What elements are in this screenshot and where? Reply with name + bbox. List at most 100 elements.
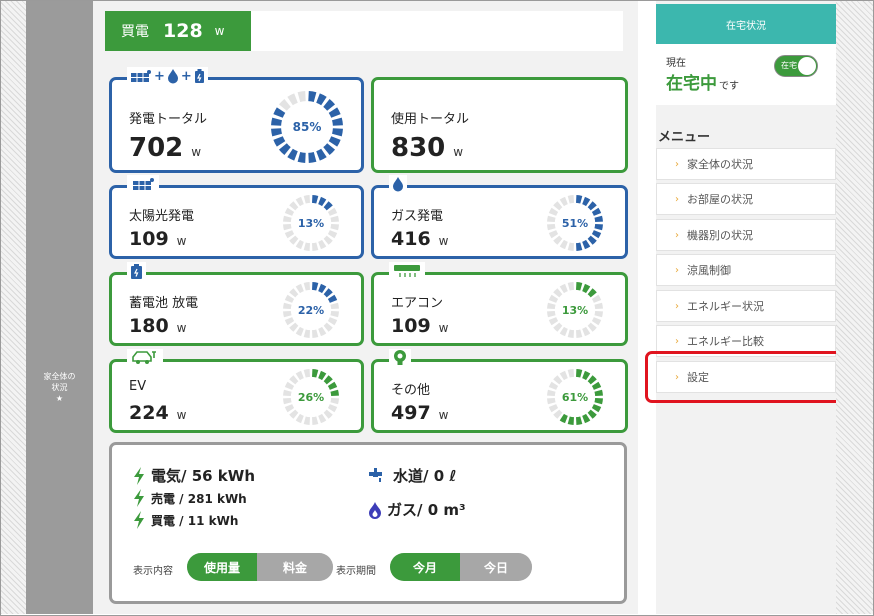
chevron-right-icon: › bbox=[675, 229, 679, 241]
gas-row: ガス/ 0 m³ bbox=[368, 499, 466, 520]
donut-segment bbox=[548, 404, 559, 413]
donut-segment bbox=[582, 196, 591, 207]
gutter bbox=[638, 1, 656, 614]
donut-segment bbox=[576, 195, 583, 204]
gas-flame-icon bbox=[389, 175, 407, 193]
donut-segment bbox=[283, 311, 292, 318]
left-tab[interactable]: 家全体の 状況 ★ bbox=[26, 1, 93, 614]
battery-card[interactable]: 蓄電池 放電 180 w 22% bbox=[109, 262, 364, 346]
display-content-toggle[interactable]: 使用量 料金 bbox=[187, 553, 333, 581]
donut-gauge: 51% bbox=[547, 195, 603, 251]
donut-segment bbox=[327, 317, 338, 326]
donut-segment bbox=[576, 282, 583, 291]
menu-item-rooms[interactable]: › お部屋の状況 bbox=[656, 183, 836, 215]
donut-segment bbox=[312, 195, 319, 204]
donut-segment bbox=[547, 311, 556, 318]
donut-segment bbox=[283, 215, 292, 222]
lightbulb-icon bbox=[389, 349, 411, 367]
donut-segment bbox=[316, 93, 327, 106]
donut-segment bbox=[295, 370, 304, 381]
card-value: 497 w bbox=[391, 402, 449, 424]
donut-segment bbox=[587, 375, 597, 385]
donut-segment bbox=[295, 326, 304, 337]
donut-segment bbox=[312, 242, 319, 251]
lightning-icon bbox=[134, 466, 144, 485]
usage-total-card[interactable]: 使用トータル 830 w bbox=[371, 77, 628, 173]
donut-segment bbox=[332, 128, 343, 137]
donut-segment bbox=[318, 370, 327, 381]
donut-segment bbox=[576, 242, 583, 251]
donut-segment bbox=[284, 381, 295, 390]
donut-segment bbox=[553, 375, 563, 385]
donut-segment bbox=[594, 311, 603, 318]
donut-percent-label: 13% bbox=[298, 217, 324, 230]
donut-segment bbox=[289, 288, 299, 298]
donut-segment bbox=[553, 288, 563, 298]
donut-segment bbox=[318, 239, 327, 250]
donut-segment bbox=[327, 207, 338, 216]
donut-percent-label: 13% bbox=[562, 304, 588, 317]
donut-segment bbox=[547, 224, 556, 231]
gas-flame-icon bbox=[369, 501, 381, 519]
donut-segment bbox=[559, 326, 568, 337]
menu-item-energy-status[interactable]: › エネルギー状況 bbox=[656, 290, 836, 322]
donut-segment bbox=[312, 282, 319, 291]
donut-segment bbox=[295, 239, 304, 250]
donut-segment bbox=[594, 224, 603, 231]
donut-segment bbox=[323, 375, 333, 385]
aircon-card[interactable]: エアコン 109 w 13% bbox=[371, 262, 628, 346]
card-title: 太陽光発電 bbox=[129, 209, 195, 224]
buy-power-badge: 買電 128 w bbox=[105, 11, 251, 51]
donut-segment bbox=[576, 329, 583, 338]
usage-summary-panel: 電気/ 56 kWh 売電 / 281 kWh 買電 / 11 kWh 水道/ … bbox=[109, 442, 627, 604]
donut-segment bbox=[284, 294, 295, 303]
lightning-icon bbox=[134, 511, 144, 529]
donut-segment bbox=[318, 196, 327, 207]
faucet-icon bbox=[369, 467, 382, 482]
chevron-right-icon: › bbox=[675, 264, 679, 276]
display-period-toggle[interactable]: 今月 今日 bbox=[390, 553, 532, 581]
donut-gauge: 61% bbox=[547, 369, 603, 425]
donut-segment bbox=[323, 288, 333, 298]
donut-segment bbox=[283, 398, 292, 405]
card-title: EV bbox=[129, 379, 147, 394]
donut-segment bbox=[559, 283, 568, 294]
menu-item-whole-house[interactable]: › 家全体の状況 bbox=[656, 148, 836, 180]
donut-segment bbox=[287, 148, 298, 161]
card-value: 416 w bbox=[391, 228, 449, 250]
cost-option[interactable]: 料金 bbox=[257, 553, 333, 581]
donut-segment bbox=[295, 283, 304, 294]
donut-segment bbox=[547, 389, 556, 396]
card-value: 180 w bbox=[129, 315, 187, 337]
other-card[interactable]: その他 497 w 61% bbox=[371, 349, 628, 433]
menu-item-devices[interactable]: › 機器別の状況 bbox=[656, 219, 836, 251]
gas-card[interactable]: ガス発電 416 w 51% bbox=[371, 175, 628, 259]
donut-segment bbox=[308, 91, 317, 102]
donut-segment bbox=[278, 98, 291, 111]
donut-segment bbox=[312, 329, 319, 338]
donut-segment bbox=[559, 196, 568, 207]
today-option[interactable]: 今日 bbox=[460, 553, 532, 581]
water-row: 水道/ 0 ℓ bbox=[368, 465, 456, 486]
donut-segment bbox=[591, 294, 602, 303]
donut-segment bbox=[289, 409, 299, 419]
donut-segment bbox=[283, 389, 292, 396]
solar-card[interactable]: 太陽光発電 109 w 13% bbox=[109, 175, 364, 259]
lightning-icon bbox=[134, 489, 144, 507]
plus-sign: + bbox=[180, 68, 192, 84]
menu-item-cool-breeze[interactable]: › 涼風制御 bbox=[656, 254, 836, 286]
donut-segment bbox=[559, 370, 568, 381]
settings-highlight-box bbox=[645, 351, 845, 403]
presence-toggle[interactable]: 在宅 bbox=[774, 55, 818, 77]
donut-segment bbox=[327, 381, 338, 390]
card-value: 224 w bbox=[129, 402, 187, 424]
donut-segment bbox=[582, 413, 591, 424]
donut-percent-label: 51% bbox=[562, 217, 588, 230]
ev-card[interactable]: EV 224 w 26% bbox=[109, 349, 364, 433]
generation-total-card[interactable]: + + 発電トータル 702 w 85% bbox=[109, 67, 364, 173]
donut-segment bbox=[289, 322, 299, 332]
donut-segment bbox=[594, 389, 603, 396]
usage-option[interactable]: 使用量 bbox=[187, 553, 257, 581]
this-month-option[interactable]: 今月 bbox=[390, 553, 460, 581]
gas-flame-icon bbox=[167, 69, 178, 84]
